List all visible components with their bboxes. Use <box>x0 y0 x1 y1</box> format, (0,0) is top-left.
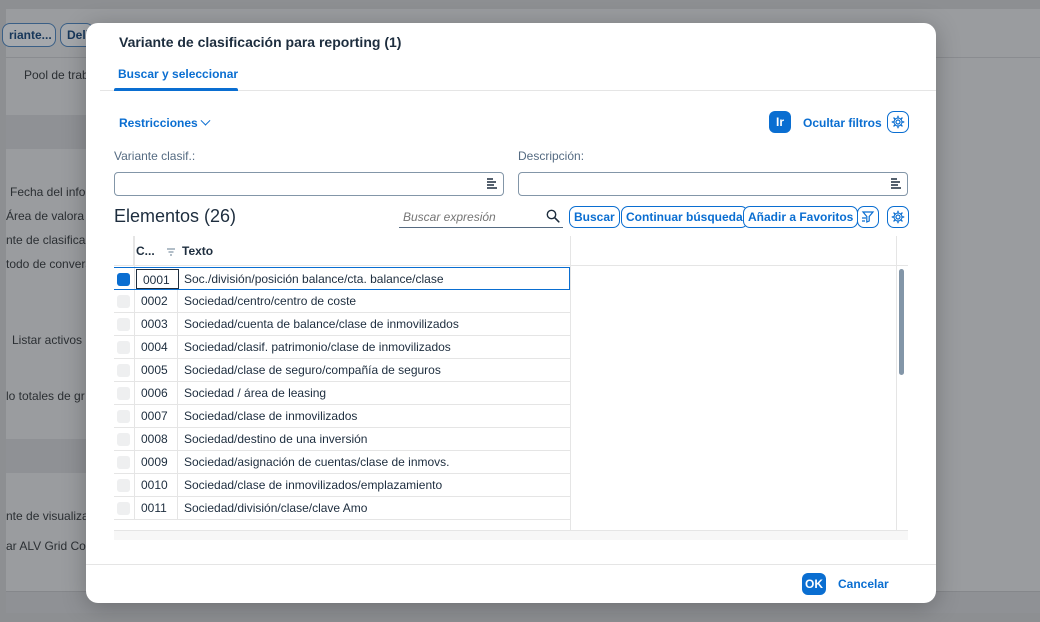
search-field[interactable] <box>399 206 563 228</box>
cell-text: Soc./división/posición balance/cta. bala… <box>184 272 444 286</box>
table-row[interactable]: 0011 Sociedad/división/clase/clave Amo <box>114 497 570 520</box>
cell-text: Sociedad/asignación de cuentas/clase de … <box>184 455 450 469</box>
restrictions-label: Restricciones <box>119 116 198 130</box>
search-icon[interactable] <box>546 209 560 223</box>
table-row[interactable]: 0010 Sociedad/clase de inmovilizados/empl… <box>114 474 570 497</box>
cancel-button[interactable]: Cancelar <box>838 577 889 591</box>
search-button[interactable]: Buscar <box>569 206 620 228</box>
elements-title: Elementos (26) <box>114 206 237 226</box>
variant-field-label: Variante clasif.: <box>114 149 196 163</box>
go-button[interactable]: Ir <box>769 111 791 133</box>
filter-icon <box>861 211 875 223</box>
chevron-down-icon <box>200 115 211 126</box>
cell-code: 0008 <box>135 428 178 450</box>
row-selector[interactable] <box>117 502 130 515</box>
background-label-conversion: todo de convers <box>6 257 92 271</box>
table-row[interactable]: 0009 Sociedad/asignación de cuentas/clase… <box>114 451 570 474</box>
dialog-footer-divider <box>86 564 936 565</box>
tab-active-indicator <box>114 88 238 91</box>
cell-code: 0004 <box>135 336 178 358</box>
background-variant-button: riante... <box>2 23 56 47</box>
cell-code: 0006 <box>135 382 178 404</box>
row-selector[interactable] <box>117 295 130 308</box>
cell-code: 0005 <box>135 359 178 381</box>
table-row[interactable]: 0006 Sociedad / área de leasing <box>114 382 570 405</box>
column-header-text[interactable]: Texto <box>182 244 213 258</box>
cell-code: 0003 <box>135 313 178 335</box>
cell-text: Sociedad/división/clase/clave Amo <box>184 501 368 515</box>
column-divider <box>570 236 571 532</box>
background-label-sort-variant: nte de clasifica <box>6 233 86 247</box>
restrictions-toggle[interactable]: Restricciones <box>119 115 211 130</box>
row-selector[interactable] <box>117 387 130 400</box>
table-row[interactable]: 0007 Sociedad/clase de inmovilizados <box>114 405 570 428</box>
hide-filters-link[interactable]: Ocultar filtros <box>803 116 882 130</box>
row-selector[interactable] <box>117 479 130 492</box>
table-row[interactable]: 0003 Sociedad/cuenta de balance/clase de … <box>114 313 570 336</box>
tab-bar: Buscar y seleccionar <box>100 63 936 91</box>
background-label-list-assets: Listar activos <box>12 333 83 347</box>
tab-search-select[interactable]: Buscar y seleccionar <box>118 63 238 91</box>
vertical-scrollbar[interactable] <box>899 269 904 375</box>
value-help-icon <box>487 178 497 189</box>
row-selector[interactable] <box>117 433 130 446</box>
cell-text: Sociedad/clase de seguro/compañía de seg… <box>184 363 441 377</box>
row-selector[interactable] <box>117 456 130 469</box>
sort-icon[interactable] <box>166 246 176 256</box>
cell-text: Sociedad/destino de una inversión <box>184 432 368 446</box>
description-field[interactable] <box>518 172 908 196</box>
gear-icon <box>891 210 905 224</box>
dialog-title: Variante de clasificación para reporting… <box>119 34 402 50</box>
cell-text: Sociedad/centro/centro de coste <box>184 294 357 308</box>
background-label-alv-grid: ar ALV Grid Co <box>6 539 86 553</box>
variant-field[interactable] <box>114 172 504 196</box>
column-divider <box>896 236 897 532</box>
filter-settings-button[interactable] <box>887 111 909 133</box>
horizontal-scrollbar[interactable] <box>114 530 908 540</box>
value-help-icon <box>891 178 901 189</box>
table-settings-button[interactable] <box>887 206 909 228</box>
cell-text: Sociedad/clase de inmovilizados/emplazam… <box>184 478 443 492</box>
ok-button[interactable]: OK <box>802 573 826 595</box>
background-label-group-totals: lo totales de gr <box>6 389 85 403</box>
row-selector[interactable] <box>117 364 130 377</box>
add-favorites-button[interactable]: Añadir a Favoritos <box>743 206 859 228</box>
continue-search-button[interactable]: Continuar búsqueda <box>621 206 748 228</box>
cell-code: 0011 <box>135 497 178 519</box>
select-column-header <box>114 236 134 266</box>
cell-code: 0009 <box>135 451 178 473</box>
table-row[interactable]: 0001 Soc./división/posición balance/cta. … <box>114 267 570 290</box>
row-selector[interactable] <box>117 410 130 423</box>
background-label-report-date: Fecha del info <box>10 185 86 199</box>
row-selector[interactable] <box>117 318 130 331</box>
results-table: C... Texto 0001 Soc./división/posición ba… <box>114 236 908 532</box>
description-field-label: Descripción: <box>518 149 585 163</box>
table-header: C... Texto <box>114 236 908 266</box>
table-filter-button[interactable] <box>857 206 879 228</box>
row-selector[interactable] <box>117 341 130 354</box>
table-row[interactable]: 0002 Sociedad/centro/centro de coste <box>114 290 570 313</box>
table-row[interactable]: 0005 Sociedad/clase de seguro/compañía de… <box>114 359 570 382</box>
value-help-dialog: Variante de clasificación para reporting… <box>86 23 936 603</box>
cell-text: Sociedad/clase de inmovilizados <box>184 409 358 423</box>
cell-code: 0007 <box>135 405 178 427</box>
cell-code: 0001 <box>136 269 179 289</box>
background-band <box>6 115 86 149</box>
background-band-2 <box>6 439 86 473</box>
cell-text: Sociedad/cuenta de balance/clase de inmo… <box>184 317 459 331</box>
background-label-valuation-area: Área de valora <box>6 209 85 223</box>
background-label-display-variant: nte de visualiza <box>6 509 89 523</box>
cell-code: 0002 <box>135 290 178 312</box>
cell-text: Sociedad / área de leasing <box>184 386 327 400</box>
table-row[interactable]: 0004 Sociedad/clasif. patrimonio/clase de… <box>114 336 570 359</box>
column-header-code[interactable]: C... <box>136 244 155 258</box>
row-selector[interactable] <box>117 273 130 286</box>
cell-text: Sociedad/clasif. patrimonio/clase de inm… <box>184 340 451 354</box>
gear-icon <box>891 115 905 129</box>
search-input[interactable] <box>403 208 538 226</box>
cell-code: 0010 <box>135 474 178 496</box>
background-label-pool: Pool de trab <box>24 68 89 82</box>
table-row[interactable]: 0008 Sociedad/destino de una inversión <box>114 428 570 451</box>
